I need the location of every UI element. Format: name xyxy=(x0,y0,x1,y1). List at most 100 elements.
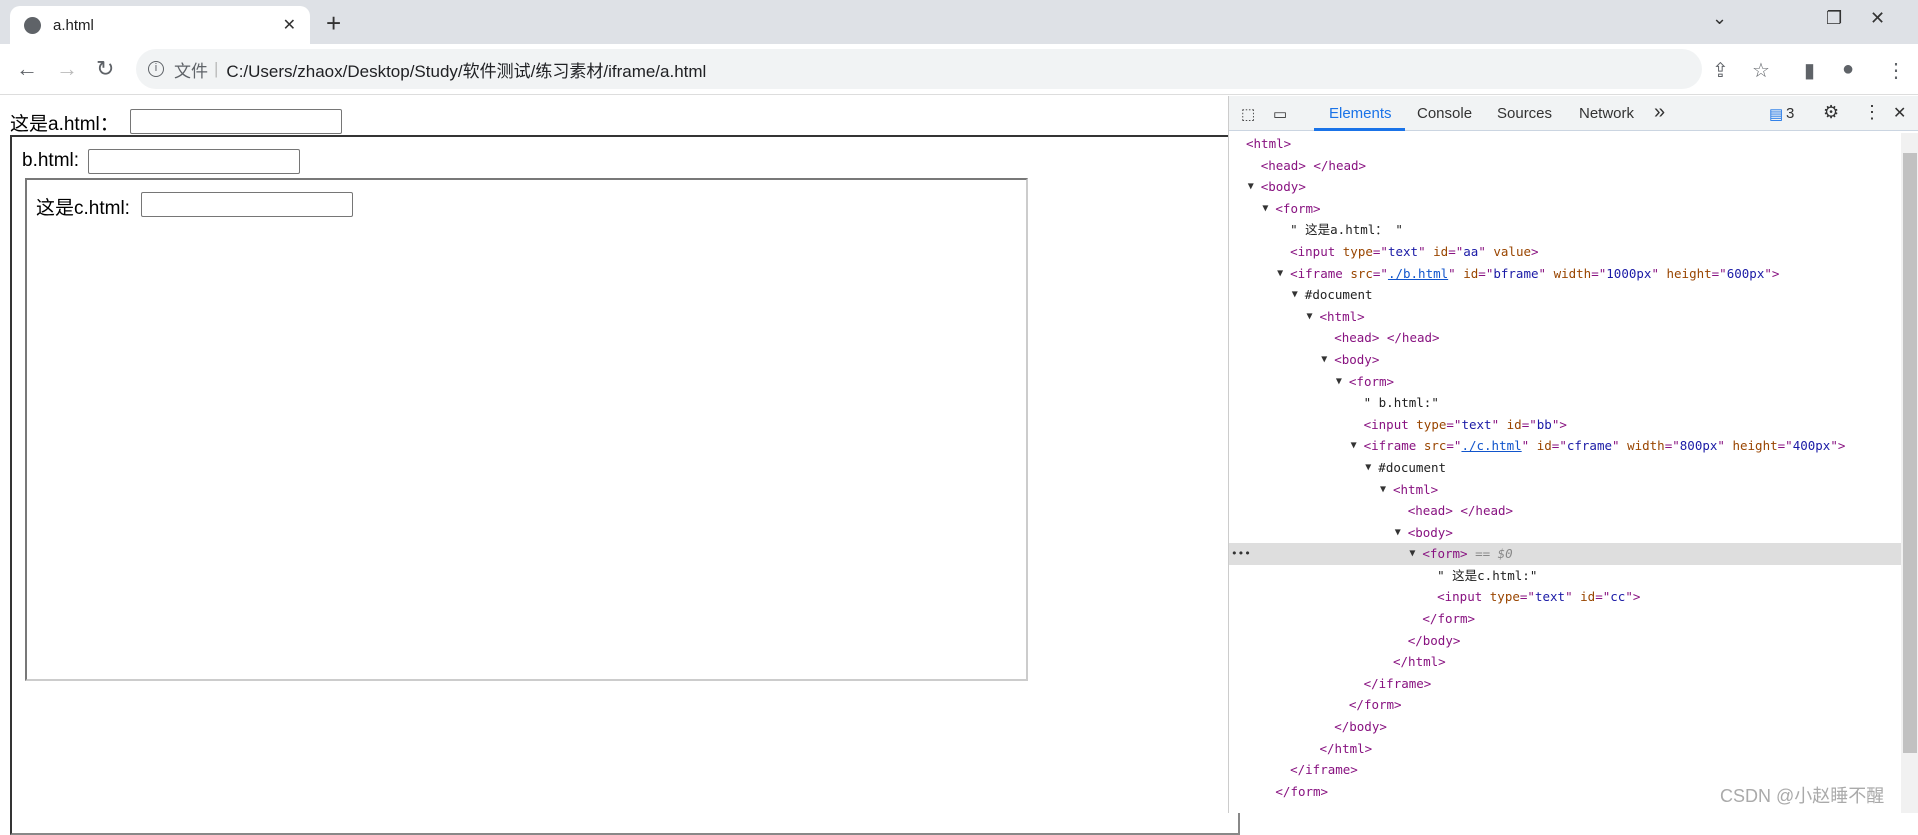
dom-node[interactable]: </html> xyxy=(1229,651,1901,673)
node-token: #document xyxy=(1304,287,1373,303)
iframe-b: b.html: 这是c.html: xyxy=(10,135,1240,835)
dom-node[interactable]: ▼ <body> xyxy=(1229,522,1901,544)
node-token[interactable]: ./c.html xyxy=(1461,438,1521,453)
node-token: src xyxy=(1350,265,1373,281)
node-token: =" xyxy=(1446,438,1462,454)
node-token: height xyxy=(1666,265,1712,281)
input-aa[interactable] xyxy=(130,109,342,134)
dom-node-selected[interactable]: ••• ▼ <form> == $0 xyxy=(1229,543,1901,565)
star-icon[interactable]: ☆ xyxy=(1752,58,1770,83)
expand-triangle-icon[interactable]: ▼ xyxy=(1336,371,1342,393)
dom-node[interactable]: ▼ #document xyxy=(1229,457,1901,479)
node-token: aa xyxy=(1463,243,1479,259)
dom-node[interactable]: " b.html:" xyxy=(1229,392,1901,414)
dom-node[interactable]: </html> xyxy=(1229,738,1901,760)
tab-elements[interactable]: Elements xyxy=(1329,105,1392,122)
node-token[interactable]: ./b.html xyxy=(1388,266,1448,281)
address-url: C:/Users/zhaox/Desktop/Study/软件测试/练习素材/i… xyxy=(226,61,707,81)
node-token: 1000px xyxy=(1606,265,1652,281)
dom-node[interactable]: ▼ <html> xyxy=(1229,479,1901,501)
node-token: <form> xyxy=(1348,373,1395,389)
ellipsis-icon[interactable]: ••• xyxy=(1231,543,1251,565)
settings-icon[interactable]: ⚙ xyxy=(1823,102,1839,123)
input-bb[interactable] xyxy=(88,149,300,174)
dom-node[interactable]: ▼ <form> xyxy=(1229,371,1901,393)
more-options-icon[interactable]: ⋮ xyxy=(1863,102,1881,123)
dom-node[interactable]: </body> xyxy=(1229,716,1901,738)
expand-triangle-icon[interactable]: ▼ xyxy=(1395,522,1401,544)
dom-node[interactable]: ▼ #document xyxy=(1229,284,1901,306)
issues-icon[interactable]: ▤ xyxy=(1769,105,1783,123)
issues-count[interactable]: 3 xyxy=(1786,105,1794,122)
expand-triangle-icon[interactable]: ▼ xyxy=(1351,435,1357,457)
node-token: </body> xyxy=(1407,632,1461,648)
node-token: cframe xyxy=(1566,438,1613,454)
dom-node[interactable]: ▼ <html> xyxy=(1229,306,1901,328)
dom-node[interactable]: <input type="text" id="cc"> xyxy=(1229,586,1901,608)
reload-icon[interactable]: ↻ xyxy=(96,56,114,82)
dom-node[interactable]: <html> xyxy=(1229,133,1901,155)
dom-node[interactable]: </form> xyxy=(1229,608,1901,630)
expand-triangle-icon[interactable]: ▼ xyxy=(1321,349,1327,371)
expand-triangle-icon[interactable]: ▼ xyxy=(1380,479,1386,501)
forward-icon[interactable]: → xyxy=(56,56,78,82)
tab-sources[interactable]: Sources xyxy=(1497,105,1552,122)
node-token: id xyxy=(1580,589,1596,605)
node-token: <iframe xyxy=(1290,265,1351,281)
back-icon[interactable]: ← xyxy=(16,56,38,82)
node-token: <html> xyxy=(1319,308,1365,324)
expand-triangle-icon[interactable]: ▼ xyxy=(1365,457,1371,479)
node-token: =" xyxy=(1519,589,1535,605)
side-panel-icon[interactable]: ▮ xyxy=(1804,58,1815,83)
close-tab-icon[interactable]: ✕ xyxy=(283,15,296,35)
input-cc[interactable] xyxy=(141,192,353,217)
scrollbar-thumb[interactable] xyxy=(1903,153,1917,753)
browser-tab[interactable]: a.html ✕ xyxy=(10,6,310,44)
expand-triangle-icon[interactable]: ▼ xyxy=(1262,198,1268,220)
window-close-icon[interactable]: ✕ xyxy=(1870,8,1885,29)
expand-triangle-icon[interactable]: ▼ xyxy=(1292,284,1298,306)
expand-triangle-icon[interactable]: ▼ xyxy=(1277,263,1283,285)
node-token: =" xyxy=(1551,438,1567,454)
dom-node[interactable]: ▼ <iframe src="./b.html" id="bframe" widt… xyxy=(1229,263,1901,285)
address-bar[interactable]: i 文件 | C:/Users/zhaox/Desktop/Study/软件测试… xyxy=(136,49,1702,89)
profile-icon[interactable]: ● xyxy=(1842,58,1854,81)
tab-network[interactable]: Network xyxy=(1579,105,1634,122)
node-token: 600px xyxy=(1726,265,1765,281)
expand-triangle-icon[interactable]: ▼ xyxy=(1307,306,1313,328)
dom-node[interactable]: ▼ <body> xyxy=(1229,176,1901,198)
dom-node[interactable]: <input type="text" id="bb"> xyxy=(1229,414,1901,436)
expand-triangle-icon[interactable]: ▼ xyxy=(1409,543,1415,565)
share-icon[interactable]: ⇪ xyxy=(1712,58,1729,83)
node-token: type xyxy=(1416,416,1447,432)
dom-node[interactable]: </iframe> xyxy=(1229,759,1901,781)
dom-node[interactable]: ▼ <iframe src="./c.html" id="cframe" widt… xyxy=(1229,435,1901,457)
inspect-element-icon[interactable]: ⬚ xyxy=(1241,105,1255,123)
scrollbar[interactable] xyxy=(1901,133,1918,813)
devtools-toolbar: ⬚ ▭ Elements Console Sources Network » ▤… xyxy=(1229,96,1918,131)
device-toolbar-icon[interactable]: ▭ xyxy=(1273,105,1287,123)
node-token: id xyxy=(1536,438,1552,454)
dom-node[interactable]: </form> xyxy=(1229,694,1901,716)
dom-node[interactable]: <head> </head> xyxy=(1229,327,1901,349)
dom-node[interactable]: " 这是a.html： " xyxy=(1229,219,1901,241)
dom-node[interactable]: ▼ <body> xyxy=(1229,349,1901,371)
dom-node[interactable]: </body> xyxy=(1229,630,1901,652)
expand-triangle-icon[interactable]: ▼ xyxy=(1248,176,1254,198)
dom-node[interactable]: </iframe> xyxy=(1229,673,1901,695)
new-tab-button[interactable]: + xyxy=(326,8,341,39)
node-token: <input xyxy=(1290,243,1343,259)
tab-console[interactable]: Console xyxy=(1417,105,1472,122)
more-tabs-icon[interactable]: » xyxy=(1654,101,1665,124)
dom-node[interactable]: " 这是c.html:" xyxy=(1229,565,1901,587)
close-devtools-icon[interactable]: ✕ xyxy=(1893,103,1906,123)
dom-node[interactable]: <input type="text" id="aa" value> xyxy=(1229,241,1901,263)
dom-node[interactable]: <head> </head> xyxy=(1229,155,1901,177)
menu-icon[interactable]: ⋮ xyxy=(1886,58,1906,83)
dom-node[interactable]: ▼ <form> xyxy=(1229,198,1901,220)
info-icon[interactable]: i xyxy=(148,61,164,77)
node-token: <html> xyxy=(1393,481,1439,497)
dom-node[interactable]: <head> </head> xyxy=(1229,500,1901,522)
tab-search-icon[interactable]: ⌄ xyxy=(1712,8,1727,29)
restore-icon[interactable]: ❐ xyxy=(1826,8,1842,29)
